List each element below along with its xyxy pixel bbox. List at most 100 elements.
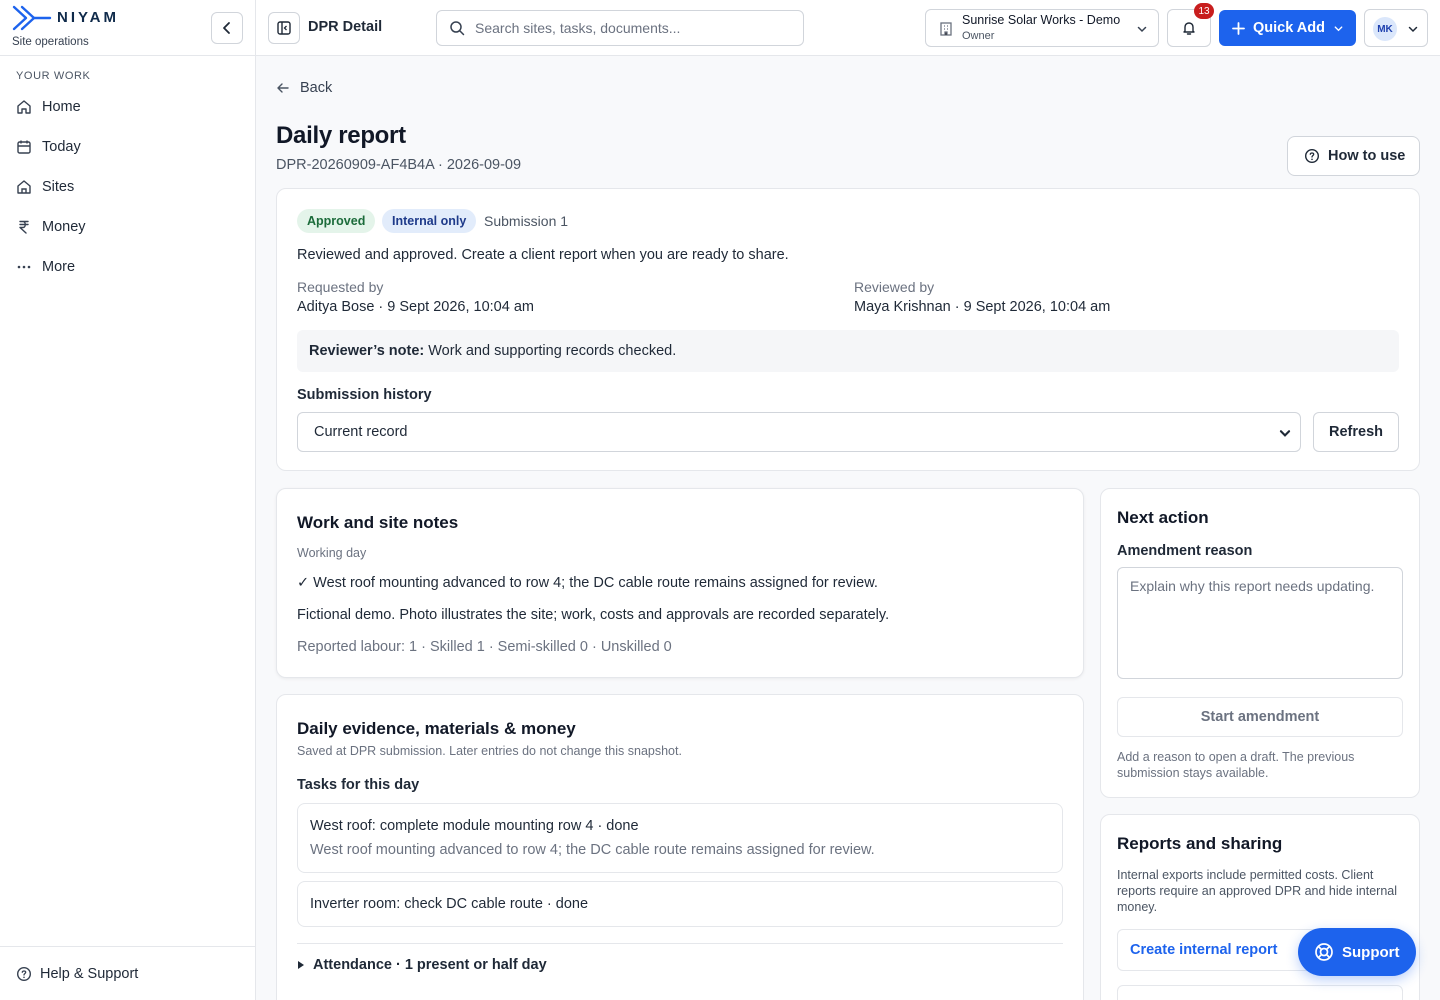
sidebar: NIYAM Site operations YOUR WORK Home Tod…: [0, 0, 256, 1000]
back-link[interactable]: Back: [276, 80, 332, 96]
help-circle-icon: [1304, 148, 1320, 164]
logo-icon: [12, 5, 52, 31]
attendance-label: Attendance · 1 present or half day: [313, 957, 547, 973]
help-support-link[interactable]: Help & Support: [0, 946, 255, 1000]
sidebar-item-home[interactable]: Home: [8, 87, 248, 127]
report-id: DPR-20260909-AF4B4A · 2026-09-09: [276, 157, 522, 173]
brand-name: NIYAM: [57, 9, 119, 26]
lifebuoy-icon: [1315, 943, 1333, 961]
support-button[interactable]: Support: [1298, 928, 1416, 976]
building-icon: [940, 22, 952, 36]
attendance-toggle[interactable]: Attendance · 1 present or half day: [297, 957, 547, 973]
reports-title: Reports and sharing: [1117, 834, 1283, 853]
amendment-reason-label: Amendment reason: [1117, 543, 1253, 559]
panel-icon: [277, 21, 291, 35]
next-action-title: Next action: [1117, 508, 1209, 527]
submission-history-value: Current record: [314, 424, 408, 440]
org-switcher[interactable]: Sunrise Solar Works - Demo Owner: [925, 9, 1159, 47]
quick-add-label: Quick Add: [1253, 20, 1325, 36]
work-notes-card: Work and site notes Working day ✓ West r…: [276, 488, 1084, 678]
chevron-left-icon: [223, 22, 230, 34]
reviewer-note-text: Work and supporting records checked.: [428, 343, 677, 359]
submission-history-label: Submission history: [297, 387, 432, 403]
amendment-hint: Add a reason to open a draft. The previo…: [1117, 750, 1355, 780]
evidence-card: Daily evidence, materials & money Saved …: [276, 694, 1084, 1000]
topbar: DPR Detail Sunrise Solar Works - Demo Ow…: [256, 0, 1440, 56]
disclaimer-note: Fictional demo. Photo illustrates the si…: [297, 607, 890, 623]
task-title: West roof: complete module mounting row …: [310, 818, 639, 834]
quick-add-button[interactable]: Quick Add: [1219, 10, 1356, 46]
amendment-reason-input[interactable]: [1117, 567, 1403, 679]
start-amendment-button[interactable]: Start amendment: [1117, 697, 1403, 737]
status-message: Reviewed and approved. Create a client r…: [297, 247, 789, 263]
tasks-label: Tasks for this day: [297, 777, 420, 793]
building-icon: [17, 180, 31, 194]
evidence-subtitle: Saved at DPR submission. Later entries d…: [297, 744, 682, 758]
section-label: YOUR WORK: [16, 70, 91, 82]
plus-icon: [1232, 21, 1245, 35]
page-label: DPR Detail: [308, 19, 383, 35]
reviewed-by-label: Reviewed by: [854, 279, 935, 295]
progress-note: ✓ West roof mounting advanced to row 4; …: [297, 575, 878, 591]
evidence-title: Daily evidence, materials & money: [297, 719, 576, 738]
search-input[interactable]: [475, 20, 795, 36]
sidebar-item-label: More: [42, 259, 76, 275]
sidebar-item-money[interactable]: Money: [8, 207, 248, 247]
org-role: Owner: [962, 30, 995, 42]
sidebar-item-label: Today: [42, 139, 81, 155]
bell-icon: [1183, 22, 1195, 35]
support-label: Support: [1342, 943, 1400, 961]
user-menu-button[interactable]: MK: [1364, 9, 1428, 47]
avatar: MK: [1373, 17, 1397, 41]
help-support-label: Help & Support: [40, 965, 139, 982]
reports-description: Internal exports include permitted costs…: [1117, 868, 1398, 914]
brand-subtitle: Site operations: [12, 36, 89, 48]
approved-badge: Approved: [297, 209, 376, 233]
caret-right-icon: [298, 961, 304, 969]
submission-history-select[interactable]: Current record: [297, 412, 1301, 452]
work-notes-title: Work and site notes: [297, 513, 459, 532]
sidebar-item-sites[interactable]: Sites: [8, 167, 248, 207]
notification-count-badge: 13: [1194, 3, 1214, 19]
org-name: Sunrise Solar Works - Demo: [962, 13, 1121, 27]
sidebar-item-more[interactable]: More: [8, 247, 248, 287]
chevron-down-icon: [1279, 430, 1291, 437]
sidebar-item-label: Home: [42, 99, 81, 115]
next-action-card: Next action Amendment reason Start amend…: [1100, 488, 1420, 798]
create-client-report-button[interactable]: [1117, 985, 1403, 1000]
back-label: Back: [300, 80, 333, 96]
more-icon: [17, 265, 31, 269]
submission-number: Submission 1: [484, 213, 569, 229]
internal-only-badge: Internal only: [382, 209, 477, 233]
refresh-button[interactable]: Refresh: [1313, 412, 1399, 452]
brand: NIYAM Site operations: [0, 0, 255, 56]
rupee-icon: [19, 220, 29, 234]
sidebar-item-today[interactable]: Today: [8, 127, 248, 167]
lifebuoy-icon: [16, 966, 32, 981]
task-item: Inverter room: check DC cable route · do…: [297, 881, 1063, 927]
home-icon: [17, 100, 31, 114]
task-detail: West roof mounting advanced to row 4; th…: [310, 842, 875, 858]
requested-by-label: Requested by: [297, 279, 384, 295]
how-to-use-label: How to use: [1328, 148, 1406, 164]
day-type: Working day: [297, 546, 367, 560]
chevron-down-icon: [1137, 26, 1147, 33]
chevron-down-icon: [1334, 25, 1343, 31]
task-title: Inverter room: check DC cable route · do…: [310, 896, 589, 912]
requested-by-value: Aditya Bose · 9 Sept 2026, 10:04 am: [297, 299, 534, 315]
search-icon: [450, 21, 465, 36]
reviewed-by-value: Maya Krishnan · 9 Sept 2026, 10:04 am: [854, 299, 1111, 315]
how-to-use-button[interactable]: How to use: [1287, 136, 1420, 176]
divider: [297, 943, 1063, 944]
search-box[interactable]: [436, 10, 804, 46]
reviewer-note-label: Reviewer’s note:: [309, 343, 425, 359]
labour-summary: Reported labour: 1 · Skilled 1 · Semi-sk…: [297, 639, 672, 655]
page-title: Daily report: [276, 122, 406, 149]
sidebar-item-label: Sites: [42, 179, 75, 195]
sidebar-item-label: Money: [42, 219, 86, 235]
collapse-sidebar-button[interactable]: [211, 12, 243, 44]
toggle-panel-button[interactable]: [268, 12, 300, 44]
task-item: West roof: complete module mounting row …: [297, 803, 1063, 873]
sidebar-nav: Home Today Sites Money More: [8, 87, 248, 287]
calendar-icon: [17, 140, 31, 154]
